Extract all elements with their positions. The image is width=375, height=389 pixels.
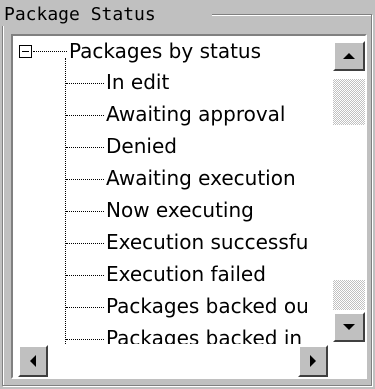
- tree-content: Packages by status In edit Awaiting appr…: [13, 36, 333, 344]
- tree-node-awaiting-approval[interactable]: Awaiting approval: [106, 101, 285, 127]
- horizontal-scrollbar[interactable]: [13, 344, 333, 377]
- minus-box-icon[interactable]: [19, 45, 32, 58]
- tree-node-awaiting-execution[interactable]: Awaiting execution: [106, 165, 296, 191]
- tree-root-node[interactable]: Packages by status: [69, 38, 261, 64]
- scroll-up-button[interactable]: [333, 41, 365, 71]
- tree-node-execution-failed[interactable]: Execution failed: [106, 261, 266, 287]
- package-status-tree[interactable]: Packages by status In edit Awaiting appr…: [11, 34, 367, 379]
- arrow-up-icon: [343, 53, 355, 59]
- tree-node-packages-backed-in[interactable]: Packages backed in: [106, 325, 302, 344]
- tree-node-denied[interactable]: Denied: [106, 133, 177, 159]
- tree-node-in-edit[interactable]: In edit: [106, 69, 169, 95]
- tree-node-now-executing[interactable]: Now executing: [106, 197, 254, 223]
- arrow-down-icon: [343, 324, 355, 330]
- arrow-left-icon: [30, 355, 36, 367]
- scroll-track-lower[interactable]: [333, 280, 365, 310]
- tree-node-execution-successful[interactable]: Execution successfu: [106, 229, 308, 255]
- arrow-right-icon: [310, 355, 316, 367]
- scroll-left-button[interactable]: [18, 345, 48, 377]
- tree-node-packages-backed-out[interactable]: Packages backed ou: [106, 293, 309, 319]
- vertical-scrollbar[interactable]: [333, 36, 365, 344]
- scroll-track-upper[interactable]: [333, 79, 365, 125]
- scroll-right-button[interactable]: [298, 345, 328, 377]
- scrollbar-corner: [333, 344, 365, 377]
- group-box-title: Package Status: [4, 4, 156, 25]
- scroll-down-button[interactable]: [333, 312, 365, 342]
